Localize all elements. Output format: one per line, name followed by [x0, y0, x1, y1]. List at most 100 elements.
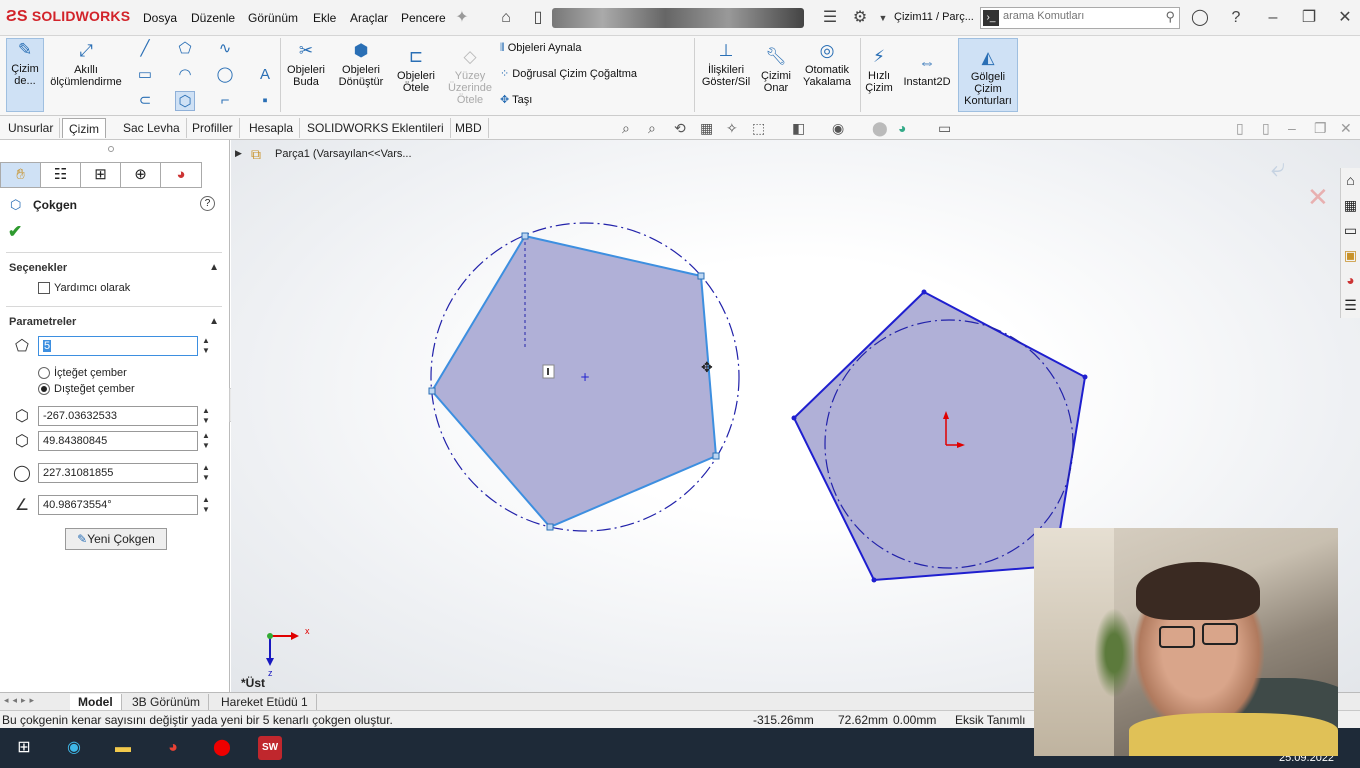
snap-button[interactable]: ◎ Otomatik Yakalama [800, 40, 854, 88]
parameters-header[interactable]: Parametreler [9, 316, 76, 328]
tab-motion-study[interactable]: Hareket Etüdü 1 [213, 694, 317, 710]
hide-show-icon[interactable]: ◉ [832, 120, 844, 137]
text-icon[interactable]: A [255, 65, 275, 85]
custom-properties-icon[interactable]: ☰ [1341, 293, 1360, 318]
solidworks-2020-icon[interactable]: SW [258, 736, 282, 760]
sides-input[interactable]: 5 [38, 336, 198, 356]
menu-duzenle[interactable]: Düzenle [191, 11, 235, 25]
options-header[interactable]: Seçenekler [9, 262, 67, 274]
section-view-icon[interactable]: ▦ [700, 120, 713, 137]
view-settings-icon[interactable]: ▭ [938, 120, 951, 137]
trim-button[interactable]: ✂ Objeleri Buda [284, 40, 328, 88]
close-icon[interactable]: ✕ [1335, 8, 1355, 28]
home-icon[interactable]: ⌂ [496, 8, 516, 28]
tile-right-icon[interactable]: ▯ [1262, 120, 1270, 137]
linear-pattern-button[interactable]: ⁘ Doğrusal Çizim Çoğaltma [500, 68, 637, 80]
collapse-options-icon[interactable]: ▲ [209, 262, 219, 273]
slot-icon[interactable]: ⊂ [135, 91, 155, 111]
mirror-button[interactable]: ⫴ Objeleri Aynala [500, 42, 581, 54]
pin-icon[interactable]: ✦ [452, 8, 472, 28]
angle-spinner[interactable]: ▲ ▼ [202, 495, 212, 515]
edge-browser-icon[interactable]: ◉ [62, 736, 86, 760]
shaded-contours-button[interactable]: ◭ Gölgeli Çizim Konturları [958, 38, 1018, 112]
previous-view-icon[interactable]: ⟲ [674, 120, 686, 137]
property-manager-tab-icon[interactable]: ☷ [41, 163, 81, 187]
doc-close-icon[interactable]: ✕ [1340, 120, 1352, 137]
fillet-icon[interactable]: ⌐ [215, 91, 235, 111]
rectangle-icon[interactable]: ▭ [135, 65, 155, 85]
search-icon[interactable]: ⚲ [1165, 9, 1175, 25]
convert-button[interactable]: ⬢ Objeleri Dönüştür [334, 40, 388, 88]
vertex-handle[interactable] [428, 387, 436, 395]
zoom-area-icon[interactable]: ⌕ [648, 120, 656, 137]
tab-unsurlar[interactable]: Unsurlar [2, 118, 61, 138]
help-icon[interactable]: ? [200, 196, 215, 211]
options-list-icon[interactable]: ☰ [820, 8, 840, 28]
configuration-tab-icon[interactable]: ⊞ [81, 163, 121, 187]
smart-dimension-button[interactable]: ⤢ Akıllı ölçümlendirme [46, 40, 126, 88]
move-button[interactable]: ✥ Taşı [500, 94, 532, 106]
chevron-down-icon[interactable]: ▼ [873, 8, 893, 28]
doc-restore-icon[interactable]: ❐ [1314, 120, 1327, 137]
resources-home-icon[interactable]: ⌂ [1341, 168, 1360, 193]
vertex-handle[interactable] [697, 272, 705, 280]
menu-araclar[interactable]: Araçlar [350, 11, 388, 25]
construction-checkbox[interactable] [38, 282, 50, 294]
chrome-icon[interactable]: ◕ [161, 736, 185, 760]
restore-icon[interactable]: ❐ [1299, 8, 1319, 28]
tab-mbd[interactable]: MBD [449, 118, 489, 138]
panel-grip[interactable] [108, 146, 114, 152]
angle-input[interactable]: 40.98673554° [38, 495, 198, 515]
center-y-spinner[interactable]: ▲ ▼ [202, 431, 212, 451]
vertex-handle[interactable] [521, 232, 529, 240]
diameter-input[interactable]: 227.31081855 [38, 463, 198, 483]
collapse-parameters-icon[interactable]: ▲ [209, 316, 219, 327]
file-explorer-icon[interactable]: ▬ [111, 736, 135, 760]
polygon-icon[interactable]: ⬡ [175, 91, 195, 111]
vertex-handle[interactable] [712, 452, 720, 460]
relations-button[interactable]: ⊥ İlişkileri Göster/Sil [698, 40, 754, 88]
appearances-icon[interactable]: ◕ [1341, 268, 1360, 293]
tab-eklentiler[interactable]: SOLIDWORKS Eklentileri [301, 118, 451, 138]
point-icon[interactable]: ▪ [255, 91, 275, 111]
view-orientation-icon[interactable]: ⬚ [752, 120, 765, 137]
new-polygon-button[interactable]: ✎Yeni Çokgen [65, 528, 167, 550]
feature-tree-tab-icon[interactable]: ✋︎ [1, 163, 41, 187]
center-x-spinner[interactable]: ▲ ▼ [202, 406, 212, 426]
confirm-corner-cancel-icon[interactable]: ✕ [1307, 183, 1329, 213]
tab-nav-arrows-icon[interactable]: ◂◂▸▸ [4, 695, 38, 706]
doc-minimize-icon[interactable]: – [1288, 120, 1296, 136]
windows-start-icon[interactable]: ⊞ [12, 736, 36, 760]
circle-icon[interactable]: ◯ [215, 65, 235, 85]
display-manager-tab-icon[interactable]: ◕ [161, 163, 201, 187]
circumscribed-radio[interactable] [38, 383, 50, 395]
dynamic-annotation-icon[interactable]: ✧ [726, 120, 738, 137]
offset-button[interactable]: ⊏ Objeleri Ötele [392, 46, 440, 94]
menu-gorunum[interactable]: Görünüm [248, 11, 298, 25]
instant2d-button[interactable]: ⇔ Instant2D [900, 52, 954, 88]
search-input[interactable] [1003, 10, 1153, 22]
menu-pencere[interactable]: Pencere [401, 11, 446, 25]
confirm-corner-ok-icon[interactable]: ⤶ [1271, 153, 1286, 183]
file-explorer-icon[interactable]: ▭ [1341, 218, 1360, 243]
ok-check-icon[interactable]: ✔ [8, 222, 22, 242]
inscribed-radio[interactable] [38, 367, 50, 379]
center-x-input[interactable]: -267.03632533 [38, 406, 198, 426]
dimxpert-tab-icon[interactable]: ⊕ [121, 163, 161, 187]
zoom-fit-icon[interactable]: ⌕ [622, 120, 630, 137]
arc-icon[interactable]: ◠ [175, 65, 195, 85]
gear-icon[interactable]: ⚙ [850, 8, 870, 28]
sketch-button[interactable]: ✎ Çizim de... [6, 38, 44, 112]
command-search[interactable]: ›_ ⚲ [980, 7, 1180, 29]
tile-left-icon[interactable]: ▯ [1236, 120, 1244, 137]
tab-sac-levha[interactable]: Sac Levha [117, 118, 187, 138]
menu-ekle[interactable]: Ekle [313, 11, 336, 25]
repair-button[interactable]: 🔧︎ Çizimi Onar [758, 46, 794, 94]
diameter-spinner[interactable]: ▲ ▼ [202, 463, 212, 483]
line-icon[interactable]: ╱ [135, 39, 155, 59]
menu-dosya[interactable]: Dosya [143, 11, 177, 25]
center-y-input[interactable]: 49.84380845 [38, 431, 198, 451]
tab-model[interactable]: Model [70, 694, 122, 710]
solidworks-logo[interactable]: ƧS SOLIDWORKS [6, 8, 130, 26]
display-style-icon[interactable]: ◧ [792, 120, 805, 137]
